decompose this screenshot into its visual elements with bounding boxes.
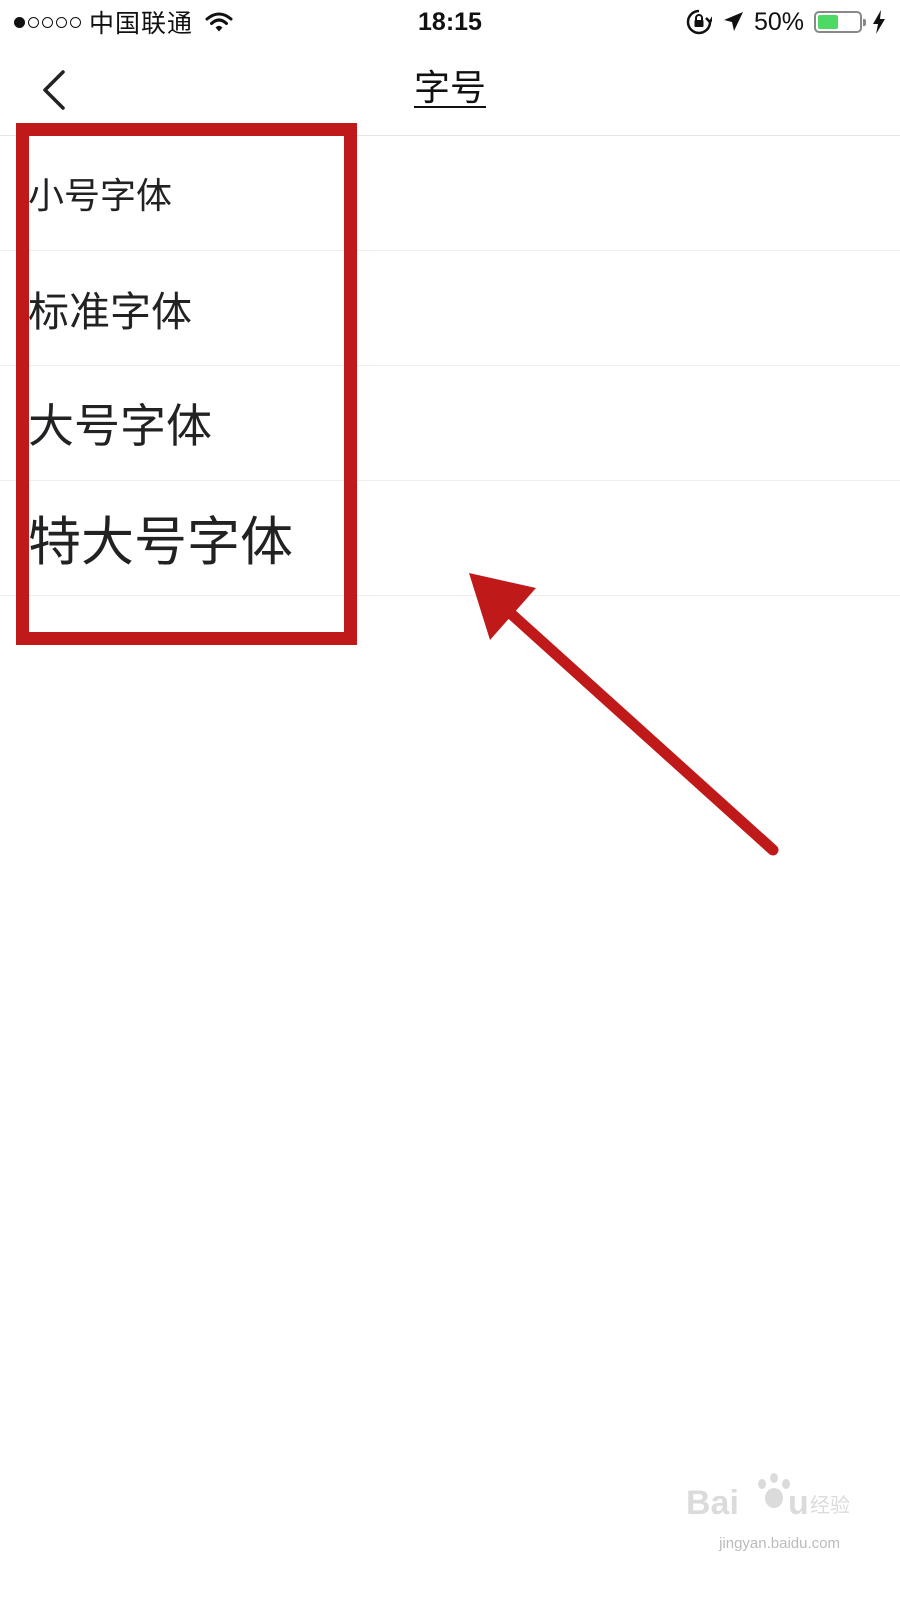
navigation-bar: 字号 xyxy=(0,44,900,136)
battery-fill xyxy=(818,15,838,29)
option-label: 标准字体 xyxy=(28,288,192,336)
battery-icon xyxy=(814,11,866,33)
page-title-text: 字号 xyxy=(413,68,486,109)
option-label: 小号字体 xyxy=(28,176,173,217)
screen: 中国联通 18:15 50% 字号 小号字体 标准字体 大号字体 特大号字体 B… xyxy=(0,0,900,1600)
font-size-option-small[interactable]: 小号字体 xyxy=(0,136,900,251)
svg-text:经验: 经验 xyxy=(810,1493,850,1517)
battery-percentage: 50% xyxy=(753,7,804,36)
font-size-option-xlarge[interactable]: 特大号字体 xyxy=(0,481,900,596)
font-size-option-standard[interactable]: 标准字体 xyxy=(0,251,900,366)
watermark-url: jingyan.baidu.com xyxy=(719,1535,840,1552)
charging-bolt-icon xyxy=(873,10,885,34)
option-label: 大号字体 xyxy=(28,399,212,453)
font-size-option-large[interactable]: 大号字体 xyxy=(0,366,900,481)
svg-text:Bai: Bai xyxy=(686,1484,739,1522)
page-title: 字号 xyxy=(0,64,900,114)
svg-text:u: u xyxy=(788,1484,809,1522)
status-bar: 中国联通 18:15 50% xyxy=(0,0,900,44)
rotation-lock-icon xyxy=(686,9,712,35)
status-right: 50% xyxy=(686,6,886,38)
battery-tip xyxy=(863,19,866,26)
location-arrow-icon xyxy=(723,12,743,31)
option-label: 特大号字体 xyxy=(28,512,293,573)
font-size-option-list: 小号字体 标准字体 大号字体 特大号字体 xyxy=(0,136,900,596)
